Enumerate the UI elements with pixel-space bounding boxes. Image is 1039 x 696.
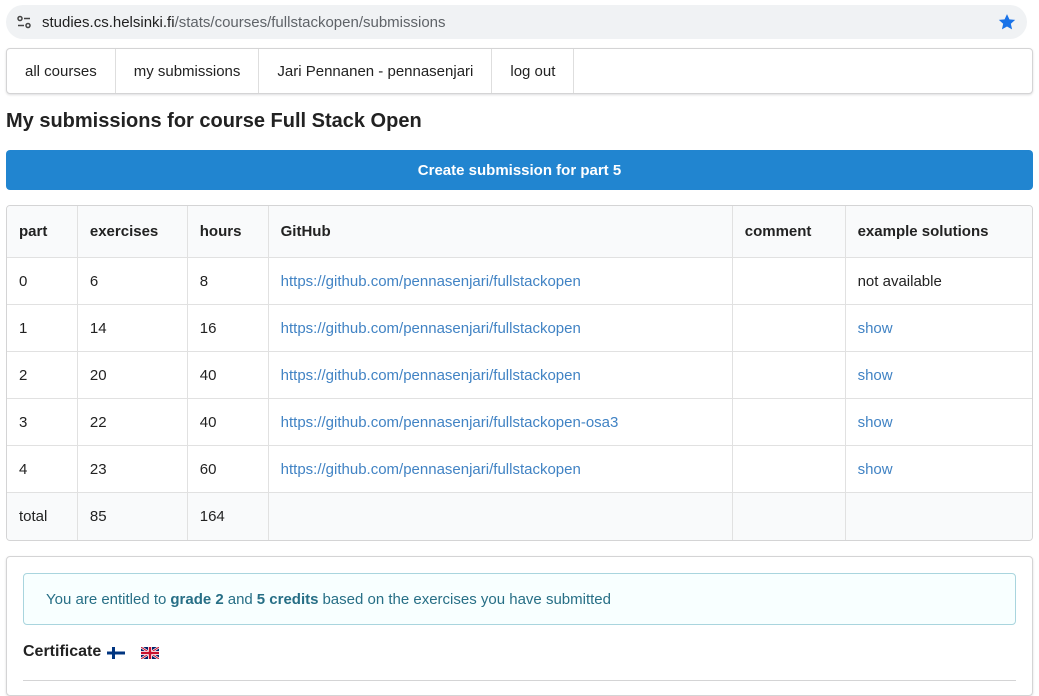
github-link[interactable]: https://github.com/pennasenjari/fullstac… — [281, 320, 581, 337]
total-label: total — [7, 493, 78, 540]
menu-item-user[interactable]: Jari Pennanen - pennasenjari — [259, 49, 493, 93]
cell-exercises: 6 — [77, 258, 188, 305]
menu-item-my-submissions[interactable]: my submissions — [116, 49, 260, 93]
url-host: studies.cs.helsinki.fi — [42, 13, 175, 31]
header-example-solutions: example solutions — [845, 206, 1032, 258]
cell-comment — [732, 305, 846, 352]
omnibox[interactable]: studies.cs.helsinki.fi/stats/courses/ful… — [6, 5, 1027, 39]
grade-segment: You are entitled to grade 2 and 5 credit… — [6, 556, 1033, 696]
url-path: /stats/courses/fullstackopen/submissions — [174, 13, 446, 31]
credits-value: 5 credits — [256, 590, 319, 608]
cell-comment — [732, 258, 846, 305]
uk-flag-icon[interactable] — [140, 646, 160, 660]
header-exercises: exercises — [77, 206, 188, 258]
table-row: 2 20 40 https://github.com/pennasenjari/… — [7, 352, 1032, 399]
top-menu: all courses my submissions Jari Pennanen… — [6, 48, 1033, 94]
total-empty-cell — [268, 493, 733, 540]
table-row: 3 22 40 https://github.com/pennasenjari/… — [7, 399, 1032, 446]
table-row: 1 14 16 https://github.com/pennasenjari/… — [7, 305, 1032, 352]
cell-solutions-unavailable: not available — [845, 258, 1032, 305]
grade-message-suffix: based on the exercises you have submitte… — [322, 590, 611, 608]
header-hours: hours — [187, 206, 269, 258]
cell-exercises: 20 — [77, 352, 188, 399]
grade-value: grade 2 — [170, 590, 224, 608]
certificate-row: Certificate — [23, 643, 160, 661]
cell-comment — [732, 352, 846, 399]
grade-message: You are entitled to grade 2 and 5 credit… — [23, 573, 1016, 625]
cell-exercises: 14 — [77, 305, 188, 352]
menu-item-all-courses[interactable]: all courses — [7, 49, 116, 93]
cell-part: 0 — [7, 258, 78, 305]
bookmark-star-icon[interactable] — [997, 12, 1017, 32]
cell-hours: 40 — [187, 352, 269, 399]
header-comment: comment — [732, 206, 846, 258]
header-github: GitHub — [268, 206, 733, 258]
show-solutions-link[interactable]: show — [858, 367, 893, 384]
cell-hours: 60 — [187, 446, 269, 493]
header-part: part — [7, 206, 78, 258]
total-empty-cell — [732, 493, 846, 540]
github-link[interactable]: https://github.com/pennasenjari/fullstac… — [281, 414, 619, 431]
show-solutions-link[interactable]: show — [858, 461, 893, 478]
menu-item-log-out[interactable]: log out — [492, 49, 575, 93]
url-text[interactable]: studies.cs.helsinki.fi/stats/courses/ful… — [42, 14, 446, 31]
cell-part: 2 — [7, 352, 78, 399]
cell-hours: 40 — [187, 399, 269, 446]
cell-comment — [732, 399, 846, 446]
show-solutions-link[interactable]: show — [858, 320, 893, 337]
github-link[interactable]: https://github.com/pennasenjari/fullstac… — [281, 461, 581, 478]
total-exercises: 85 — [77, 493, 188, 540]
show-solutions-link[interactable]: show — [858, 414, 893, 431]
cell-hours: 16 — [187, 305, 269, 352]
site-info-icon[interactable] — [14, 12, 34, 32]
create-submission-button[interactable]: Create submission for part 5 — [6, 150, 1033, 190]
finland-flag-icon[interactable] — [107, 646, 126, 659]
table-header-row: part exercises hours GitHub comment exam… — [7, 206, 1032, 258]
table-row: 4 23 60 https://github.com/pennasenjari/… — [7, 446, 1032, 493]
cell-exercises: 23 — [77, 446, 188, 493]
total-empty-cell — [845, 493, 1032, 540]
cell-part: 1 — [7, 305, 78, 352]
cell-part: 3 — [7, 399, 78, 446]
github-link[interactable]: https://github.com/pennasenjari/fullstac… — [281, 367, 581, 384]
cell-exercises: 22 — [77, 399, 188, 446]
submissions-table: part exercises hours GitHub comment exam… — [6, 205, 1033, 541]
grade-message-and: and — [227, 590, 253, 608]
page-title: My submissions for course Full Stack Ope… — [6, 110, 422, 132]
cell-hours: 8 — [187, 258, 269, 305]
cell-comment — [732, 446, 846, 493]
table-row: 0 6 8 https://github.com/pennasenjari/fu… — [7, 258, 1032, 305]
divider — [23, 680, 1016, 681]
cell-part: 4 — [7, 446, 78, 493]
table-total-row: total 85 164 — [7, 493, 1032, 540]
total-hours: 164 — [187, 493, 269, 540]
browser-address-bar: studies.cs.helsinki.fi/stats/courses/ful… — [0, 0, 1039, 46]
github-link[interactable]: https://github.com/pennasenjari/fullstac… — [281, 273, 581, 290]
certificate-label: Certificate — [23, 643, 102, 660]
grade-message-prefix: You are entitled to — [46, 590, 167, 608]
